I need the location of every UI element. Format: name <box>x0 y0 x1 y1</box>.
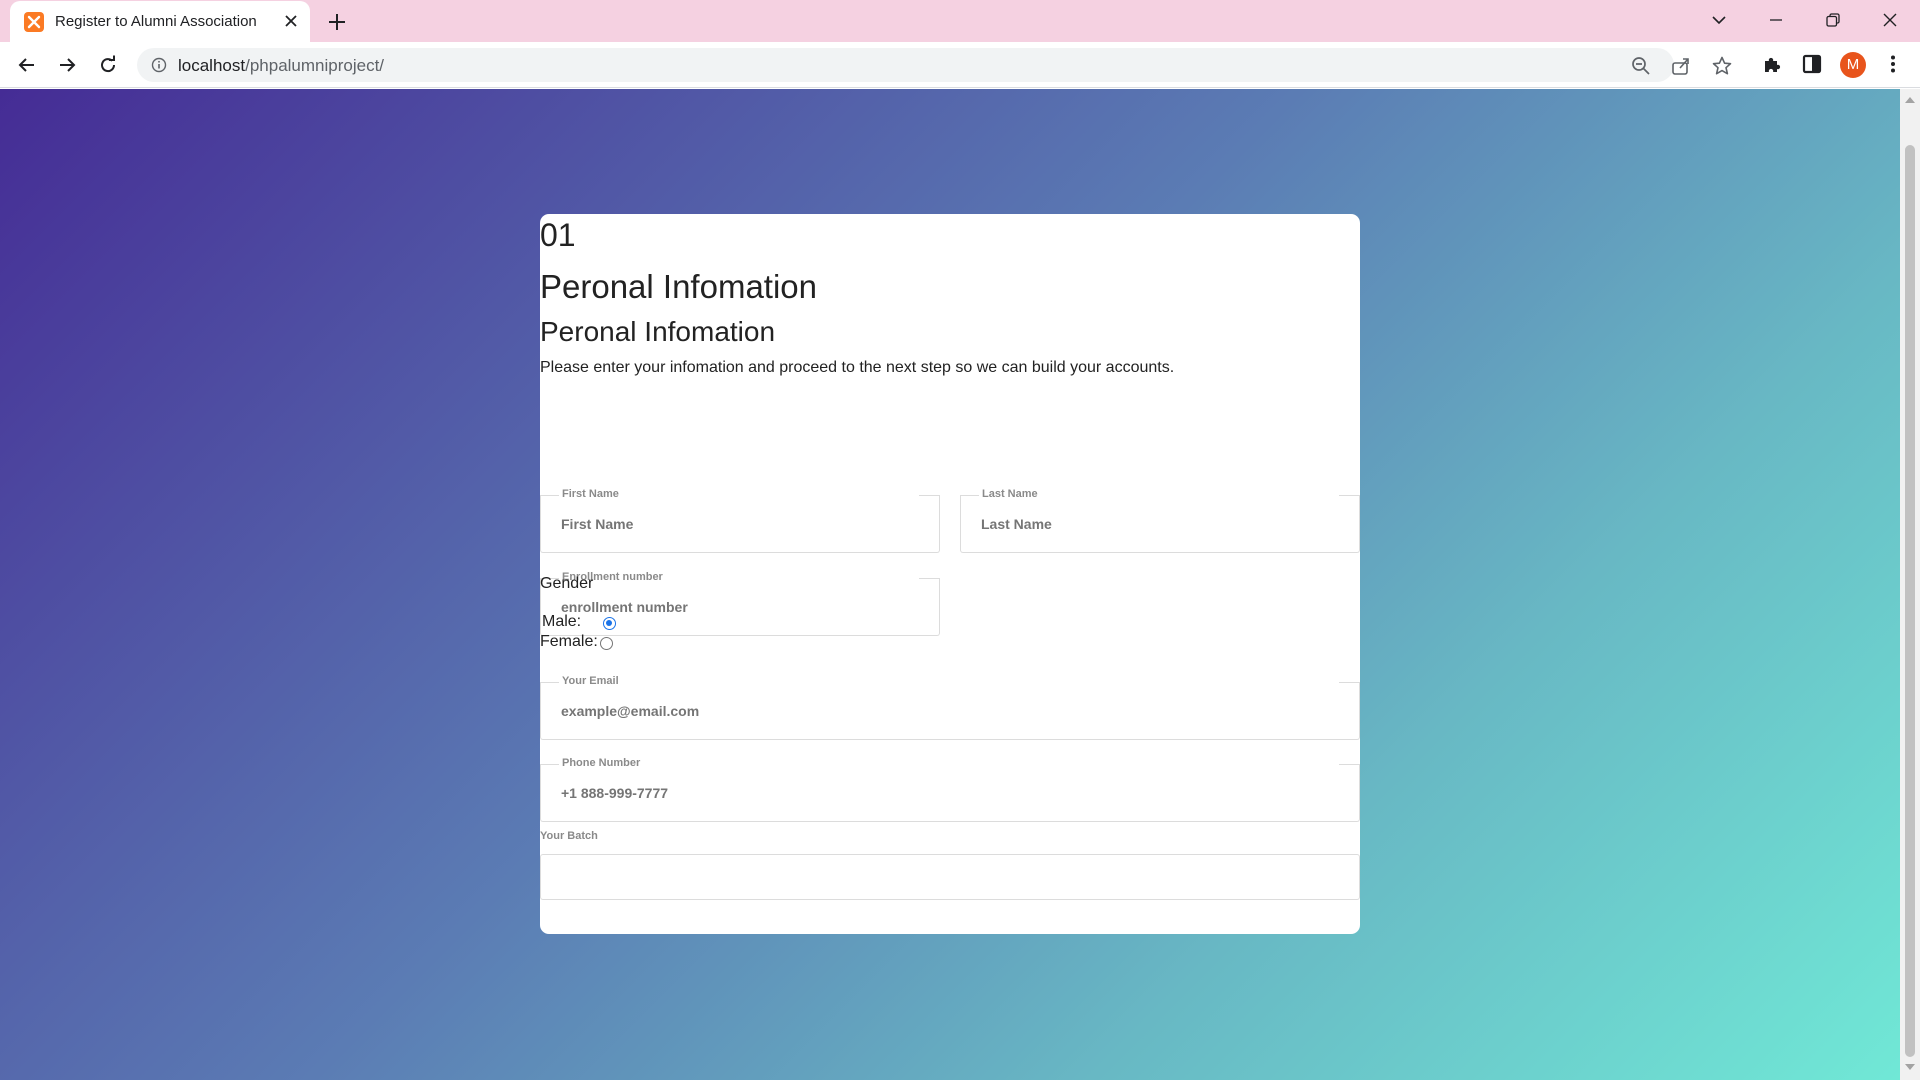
side-panel-icon[interactable] <box>1801 53 1825 77</box>
forward-button[interactable] <box>51 49 83 81</box>
back-button[interactable] <box>11 49 43 81</box>
section-subtitle: Peronal Infomation <box>540 316 776 347</box>
step-number: 01 <box>540 217 576 253</box>
scroll-down-arrow-icon[interactable] <box>1905 1064 1915 1070</box>
reload-button[interactable] <box>92 49 124 81</box>
batch-label: Your Batch <box>540 830 598 842</box>
email-input[interactable] <box>561 703 901 719</box>
scroll-thumb[interactable] <box>1905 145 1915 1057</box>
tab-close-icon[interactable] <box>280 10 302 32</box>
registration-form-card: 01 Peronal Infomation Peronal Infomation… <box>540 214 1360 934</box>
tab-title: Register to Alumni Association <box>55 13 257 30</box>
phone-number-field[interactable]: Phone Number <box>540 757 1360 822</box>
male-label: Male: <box>542 613 582 630</box>
last-name-label: Last Name <box>982 488 1038 500</box>
site-info-icon[interactable] <box>151 57 167 73</box>
bookmark-star-icon[interactable] <box>1711 55 1733 77</box>
first-name-input[interactable] <box>561 516 901 532</box>
female-radio[interactable] <box>600 637 613 650</box>
url-path: /phpalumniproject/ <box>245 56 385 75</box>
new-tab-button[interactable] <box>323 8 351 36</box>
close-window-button[interactable] <box>1868 4 1912 36</box>
batch-select[interactable] <box>540 854 1360 900</box>
address-bar[interactable]: localhost/phpalumniproject/ <box>137 48 1732 82</box>
email-label: Your Email <box>562 675 619 687</box>
phone-number-input[interactable] <box>561 785 901 801</box>
male-radio[interactable] <box>603 617 616 630</box>
browser-tab[interactable]: Register to Alumni Association <box>10 1 310 42</box>
gender-option-male: Male: <box>542 613 632 633</box>
last-name-field[interactable]: Last Name <box>960 488 1360 553</box>
browser-toolbar: localhost/phpalumniproject/ M <box>0 42 1920 88</box>
last-name-input[interactable] <box>981 516 1321 532</box>
share-icon[interactable] <box>1670 55 1692 77</box>
female-label: Female: <box>540 633 598 650</box>
restore-button[interactable] <box>1811 4 1855 36</box>
url-host: localhost <box>178 56 246 75</box>
zoom-icon[interactable] <box>1630 55 1652 77</box>
section-title: Peronal Infomation <box>540 268 818 305</box>
kebab-menu-icon[interactable] <box>1882 53 1906 77</box>
gender-option-female: Female: <box>540 633 630 653</box>
first-name-label: First Name <box>562 488 619 500</box>
first-name-field[interactable]: First Name <box>540 488 940 553</box>
page-background: 01 Peronal Infomation Peronal Infomation… <box>0 89 1900 1080</box>
tab-search-icon[interactable] <box>1697 4 1741 36</box>
xampp-favicon-icon <box>24 12 44 32</box>
gender-label: Gender <box>540 575 594 592</box>
profile-avatar[interactable]: M <box>1840 52 1866 78</box>
minimize-button[interactable] <box>1754 4 1798 36</box>
email-field[interactable]: Your Email <box>540 675 1360 740</box>
scroll-up-arrow-icon[interactable] <box>1905 97 1915 103</box>
page-scrollbar[interactable] <box>1900 89 1920 1080</box>
phone-number-label: Phone Number <box>562 757 641 769</box>
tab-strip: Register to Alumni Association <box>0 0 1920 42</box>
section-description: Please enter your infomation and proceed… <box>540 359 1175 376</box>
extensions-puzzle-icon[interactable] <box>1761 53 1785 77</box>
url-text[interactable]: localhost/phpalumniproject/ <box>178 56 384 76</box>
